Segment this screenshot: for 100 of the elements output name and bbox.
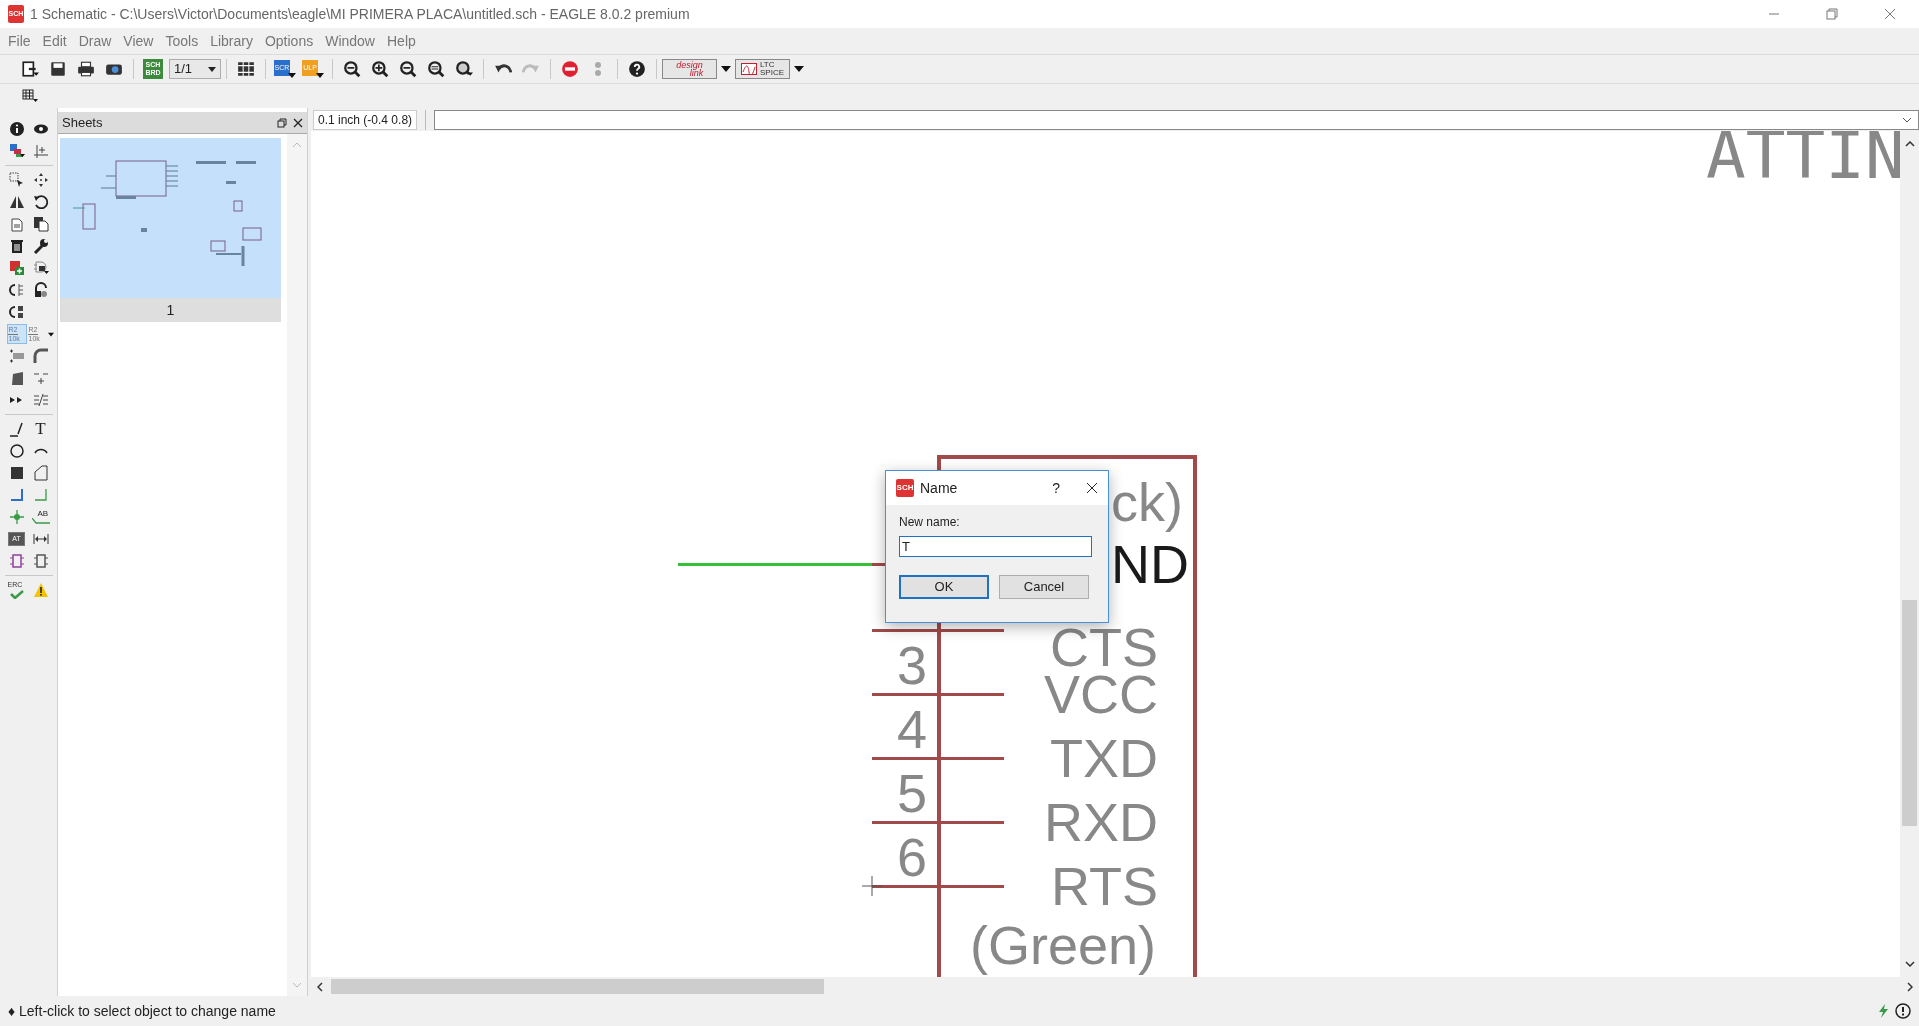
line-icon[interactable] <box>8 421 25 437</box>
part-label: (Green) <box>968 917 1157 973</box>
restore-icon[interactable] <box>1826 8 1838 20</box>
design-link-button[interactable]: design link <box>662 59 717 79</box>
close-icon[interactable] <box>1086 482 1098 494</box>
text-tool[interactable]: T <box>35 421 46 437</box>
float-icon[interactable] <box>277 117 287 128</box>
menu-item[interactable]: Window <box>319 30 381 52</box>
zoom-fit-icon[interactable] <box>343 60 361 78</box>
zoom-redraw-icon[interactable] <box>427 60 445 78</box>
scroll-up-icon[interactable] <box>1904 141 1915 147</box>
caret-icon <box>208 66 216 72</box>
help-button[interactable]: ? <box>1052 477 1060 499</box>
dialog-button[interactable]: Cancel <box>999 575 1089 599</box>
scroll-down-icon[interactable] <box>1904 961 1915 967</box>
books-icon[interactable] <box>237 60 255 78</box>
label-tool[interactable]: AB <box>31 509 50 525</box>
layers-icon[interactable] <box>7 143 26 159</box>
alert-icon <box>1895 1003 1911 1019</box>
dialog-button[interactable]: OK <box>899 575 989 599</box>
help-icon[interactable] <box>628 60 646 78</box>
mark-icon[interactable] <box>32 143 49 159</box>
warning-icon[interactable] <box>32 582 49 598</box>
ltspice-button[interactable]: LTC SPICE <box>735 59 790 79</box>
lightning-icon <box>1877 1003 1891 1019</box>
info-icon[interactable] <box>8 121 25 137</box>
close-icon[interactable] <box>293 117 303 128</box>
menu-item[interactable]: Help <box>381 30 422 52</box>
coordinate-display: 0.1 inch (-0.4 0.8) <box>313 109 418 130</box>
junction-icon[interactable] <box>8 509 25 525</box>
open-icon[interactable] <box>20 60 40 78</box>
pin-number: 3 <box>895 638 928 692</box>
scroll-left-icon[interactable] <box>317 981 323 992</box>
menu-item[interactable]: Library <box>204 30 259 52</box>
caret-icon[interactable] <box>794 66 804 72</box>
menu-item[interactable]: Draw <box>72 30 118 52</box>
rectangle-icon[interactable] <box>8 465 25 481</box>
zoom-out-icon[interactable] <box>399 60 417 78</box>
pin-name: ND <box>1111 542 1189 586</box>
grid-icon[interactable] <box>20 88 40 104</box>
caret-icon[interactable] <box>316 73 324 78</box>
zoom-select-icon[interactable] <box>454 60 474 78</box>
add-part-icon[interactable] <box>8 260 25 276</box>
scroll-thumb[interactable] <box>1902 600 1917 826</box>
dropdown-caret-icon[interactable] <box>1902 116 1912 123</box>
part-label: ck) <box>1111 474 1183 530</box>
menu-item[interactable]: View <box>117 30 160 52</box>
select-icon[interactable] <box>8 172 25 188</box>
wrench-icon[interactable] <box>32 238 49 254</box>
pin-name: CTS <box>1050 625 1158 669</box>
status-message: ♦ Left-click to select object to change name <box>8 1001 276 1021</box>
zoom-in-icon[interactable] <box>371 60 389 78</box>
origin-cross-icon <box>862 876 882 896</box>
swap-icon[interactable] <box>8 282 25 298</box>
window-title: 1 Schematic - C:\Users\Victor\Documents\eagle\MI PRIMERA PLACA\untitled.sch - EAGLE 8.0.2 premium <box>30 4 690 24</box>
pin-name: RTS <box>1050 864 1158 908</box>
copy-icon[interactable] <box>8 216 25 232</box>
bus-swap-icon[interactable] <box>32 392 49 408</box>
mirror-icon[interactable] <box>8 194 25 210</box>
move-icon[interactable] <box>32 172 49 188</box>
pin-name: VCC <box>1044 672 1158 716</box>
stop-icon[interactable] <box>561 60 579 78</box>
pin-number: 5 <box>895 766 928 820</box>
print-icon[interactable] <box>77 60 95 78</box>
scroll-thumb[interactable] <box>331 979 824 994</box>
panel-title: Sheets <box>62 113 103 132</box>
gate-swap-icon[interactable] <box>8 304 25 320</box>
dialog-title: Name <box>920 478 958 498</box>
caret-icon[interactable] <box>47 331 54 337</box>
menu-item[interactable]: Edit <box>36 30 73 52</box>
field-label: New name: <box>899 514 961 531</box>
pin-name: RXD <box>1044 800 1158 844</box>
miter-icon[interactable] <box>32 348 49 364</box>
scroll-right-icon[interactable] <box>1907 981 1913 992</box>
frame-icon[interactable] <box>32 553 49 569</box>
rotate-icon[interactable] <box>32 194 49 210</box>
dimension-icon[interactable] <box>32 531 49 547</box>
frame-icon[interactable] <box>8 553 25 569</box>
save-icon[interactable] <box>49 60 67 78</box>
name-input[interactable]: T <box>899 536 1092 557</box>
caret-icon[interactable] <box>288 73 296 78</box>
command-field[interactable] <box>434 109 1919 130</box>
sheet-select-dropdown[interactable]: 1/1 <box>169 59 221 79</box>
menu-item[interactable]: File <box>2 30 37 52</box>
dialog-icon: SCH <box>896 479 914 497</box>
menu-item[interactable]: Tools <box>159 30 205 52</box>
caret-icon[interactable] <box>721 66 731 72</box>
menu-item[interactable]: Options <box>258 30 320 52</box>
wire-icon[interactable] <box>8 487 25 503</box>
paste-icon[interactable] <box>32 216 49 232</box>
sheet-item[interactable]: 1 <box>60 138 281 322</box>
polygon-icon[interactable] <box>32 465 49 481</box>
smash-icon[interactable] <box>8 348 25 364</box>
circle-icon[interactable] <box>8 443 25 459</box>
pin-number: 6 <box>895 830 928 884</box>
waveform-icon <box>741 63 757 75</box>
replace-icon[interactable] <box>31 260 50 276</box>
pin-name: TXD <box>1050 736 1158 780</box>
trash-icon[interactable] <box>8 238 25 254</box>
pin-number: 4 <box>895 702 928 756</box>
